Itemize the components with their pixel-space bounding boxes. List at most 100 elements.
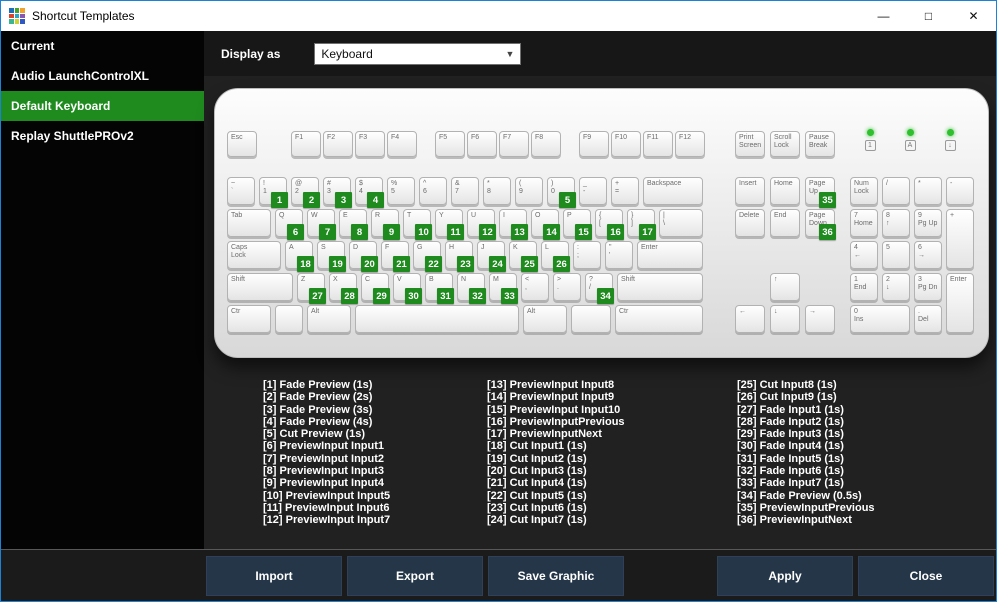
shortcut-entry: [9] PreviewInput Input4 <box>263 477 385 490</box>
shortcut-number-badge: 36 <box>819 224 836 240</box>
keyboard-key: F7 <box>499 131 529 157</box>
keyboard-key: ^ 6 <box>419 177 447 205</box>
maximize-button[interactable]: □ <box>906 1 951 31</box>
shortcut-entry: [22] Cut Input5 (1s) <box>487 489 587 502</box>
shortcut-number-badge: 6 <box>287 224 304 240</box>
led-indicator: ↓ <box>943 129 957 151</box>
shortcut-number-badge: 26 <box>553 256 570 272</box>
key-label: 7 Home <box>854 212 873 227</box>
sidebar-item-replay-shuttleprov2[interactable]: Replay ShuttlePROv2 <box>1 121 204 151</box>
key-label: M <box>493 276 499 283</box>
shortcut-number-badge: 29 <box>373 288 390 304</box>
key-label: ( 9 <box>519 180 523 195</box>
window-title: Shortcut Templates <box>32 9 135 23</box>
close-button-titlebar[interactable]: ✕ <box>951 1 996 31</box>
shortcut-entry: [21] Cut Input4 (1s) <box>487 477 587 490</box>
key-label: $ 4 <box>359 180 363 195</box>
keyboard-key: " ' <box>605 241 633 269</box>
key-label: Delete <box>739 212 760 219</box>
key-label: Scroll Lock <box>774 134 792 149</box>
led-glyph-icon: 1 <box>864 140 876 151</box>
shortcut-entry: [33] Fade Input7 (1s) <box>737 477 844 490</box>
keyboard-key: R9 <box>371 209 400 240</box>
display-toolbar: Display as Keyboard ▼ <box>204 31 996 76</box>
shortcut-entry: [6] PreviewInput Input1 <box>263 440 385 453</box>
shortcut-entry: [29] Fade Input3 (1s) <box>737 428 844 441</box>
keyboard-key: Home <box>770 177 800 205</box>
key-label: U <box>471 212 477 219</box>
keyboard-key: Z 27 <box>297 273 326 304</box>
key-label: + <box>950 212 955 219</box>
shortcut-number-badge: 18 <box>297 256 314 272</box>
key-label: A <box>289 244 294 251</box>
keyboard-key: 2 ↓ <box>882 273 910 301</box>
keyboard-key: & 7 <box>451 177 479 205</box>
key-label: F2 <box>327 134 336 141</box>
keyboard-key: End <box>770 209 800 237</box>
key-label: → <box>809 308 816 315</box>
key-label: G <box>417 244 423 251</box>
led-light-icon <box>866 129 874 136</box>
keyboard-key: Enter <box>946 273 974 333</box>
shortcut-entry: [23] Cut Input6 (1s) <box>487 501 587 514</box>
keyboard-key: L 26 <box>541 241 570 272</box>
key-label: Insert <box>739 180 757 187</box>
keyboard-key: Delete <box>735 209 765 237</box>
app-logo-icon <box>9 8 25 24</box>
key-label: Esc <box>231 134 243 141</box>
keyboard-key: Backspace <box>643 177 703 205</box>
key-label: 1 End <box>854 276 867 291</box>
shortcut-number-badge: 33 <box>501 288 518 304</box>
key-label: O <box>535 212 541 219</box>
keyboard-key: ! 1 1 <box>259 177 288 208</box>
key-label: ↑ <box>774 276 778 283</box>
shortcut-entry: [12] PreviewInput Input7 <box>263 514 391 527</box>
keyboard-key: @ 22 <box>291 177 320 208</box>
keyboard-key: F8 <box>531 131 561 157</box>
logo-tile <box>20 19 25 24</box>
shortcut-entry: [13] PreviewInput Input8 <box>487 379 615 391</box>
sidebar-item-current[interactable]: Current <box>1 31 204 61</box>
key-label: R <box>375 212 381 219</box>
keyboard-key: + <box>946 209 974 269</box>
key-label: + = <box>615 180 620 195</box>
display-as-dropdown[interactable]: Keyboard ▼ <box>314 42 522 65</box>
shortcut-column: [25] Cut Input8 (1s) [26] Cut Input9 (1s)… <box>737 379 875 527</box>
keyboard-key: ~ ` <box>227 177 255 205</box>
key-label: Num Lock <box>854 180 869 195</box>
keyboard-key: F6 <box>467 131 497 157</box>
shortcut-entry: [18] Cut Input1 (1s) <box>487 440 587 453</box>
keyboard-key <box>275 305 303 333</box>
sidebar-item-default-keyboard[interactable]: Default Keyboard <box>1 91 204 121</box>
keyboard-key: C 29 <box>361 273 390 304</box>
key-label: _ - <box>583 180 587 195</box>
sidebar-item-audio-launchcontrolxl[interactable]: Audio LaunchControlXL <box>1 61 204 91</box>
logo-tile <box>20 8 25 13</box>
keyboard-key: F4 <box>387 131 417 157</box>
key-label: 2 ↓ <box>886 276 890 291</box>
shortcut-number-badge: 13 <box>511 224 528 240</box>
shortcut-number-badge: 5 <box>559 192 576 208</box>
keyboard-key: + = <box>611 177 639 205</box>
export-button[interactable]: Export <box>347 556 483 596</box>
keyboard-key: F1 <box>291 131 321 157</box>
keyboard-key: _ - <box>579 177 607 205</box>
key-label: ! 1 <box>263 180 267 195</box>
close-button[interactable]: Close <box>858 556 994 596</box>
key-label: F10 <box>615 134 628 141</box>
keyboard-key: Num Lock <box>850 177 878 205</box>
import-button[interactable]: Import <box>206 556 342 596</box>
shortcut-column: [13] PreviewInput Input8 [14] PreviewInpu… <box>487 379 625 527</box>
keyboard-key: K 25 <box>509 241 538 272</box>
apply-button[interactable]: Apply <box>717 556 853 596</box>
save-graphic-button[interactable]: Save Graphic <box>488 556 624 596</box>
keyboard-key: Pause Break <box>805 131 835 157</box>
led-light-icon <box>906 129 914 136</box>
key-label: ↓ <box>774 308 778 315</box>
key-label: # 3 <box>327 180 331 195</box>
key-label: J <box>481 244 485 251</box>
key-label: Pause Break <box>809 134 829 149</box>
key-label: Alt <box>311 308 320 315</box>
minimize-button[interactable]: — <box>861 1 906 31</box>
shortcut-entry: [28] Fade Input2 (1s) <box>737 415 844 428</box>
